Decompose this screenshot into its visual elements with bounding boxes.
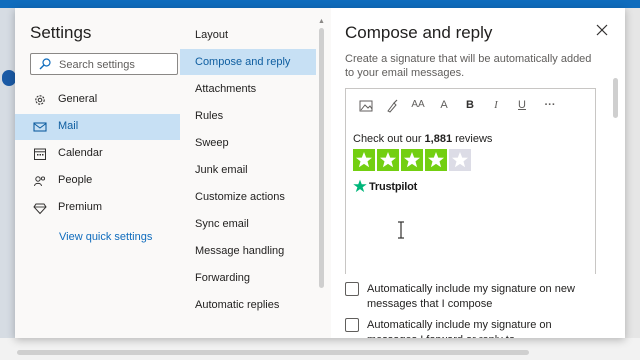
category-mail[interactable]: Mail	[15, 114, 180, 140]
nav-item-label: Rules	[195, 110, 224, 122]
star-filled-icon	[425, 149, 447, 171]
settings-dialog: Settings General Mail	[15, 8, 625, 338]
category-people[interactable]: People	[15, 168, 180, 194]
star-empty-icon	[449, 149, 471, 171]
image-icon[interactable]	[358, 99, 374, 113]
nav-item-rules[interactable]: Rules	[180, 103, 316, 129]
reviews-count: 1,881	[424, 133, 453, 145]
format-painter-icon[interactable]	[384, 99, 400, 113]
nav-item-sweep[interactable]: Sweep	[180, 130, 316, 156]
font-grow-icon[interactable]: A	[436, 99, 452, 113]
scroll-up-arrow-icon[interactable]: ▲	[318, 18, 325, 25]
nav-item-label: Forwarding	[195, 272, 251, 284]
mail-icon	[33, 122, 47, 132]
nav-item-automatic-replies[interactable]: Automatic replies	[180, 292, 316, 318]
nav-item-compose-and-reply[interactable]: Compose and reply	[180, 49, 316, 75]
calendar-icon	[34, 148, 46, 160]
star-filled-icon	[353, 149, 375, 171]
nav-item-label: Layout	[195, 29, 229, 41]
background-footer	[0, 338, 640, 360]
nav-item-junk-email[interactable]: Junk email	[180, 157, 316, 183]
include-signature-reply-checkbox[interactable]	[345, 318, 359, 332]
background-app-header	[0, 0, 640, 8]
category-calendar[interactable]: Calendar	[15, 141, 180, 167]
settings-categories-pane: Settings General Mail	[15, 8, 181, 338]
star-filled-icon	[377, 149, 399, 171]
horizontal-scrollbar[interactable]	[17, 350, 529, 355]
nav-item-label: Automatic replies	[195, 299, 280, 311]
people-icon	[34, 176, 46, 187]
category-calendar-label: Calendar	[58, 147, 103, 159]
nav-item-customize-actions[interactable]: Customize actions	[180, 184, 316, 210]
category-premium[interactable]: Premium	[15, 195, 180, 221]
nav-item-label: Sweep	[195, 137, 229, 149]
trustpilot-star-icon	[353, 179, 367, 193]
search-input[interactable]	[57, 56, 176, 74]
signature-description: Create a signature that will be automati…	[345, 53, 592, 79]
underline-icon[interactable]: U	[514, 99, 530, 113]
nav-item-label: Customize actions	[195, 191, 285, 203]
nav-scrollbar[interactable]	[319, 28, 324, 288]
search-icon	[39, 58, 51, 70]
compose-reply-pane: Create a signature that will be automati…	[331, 8, 625, 338]
nav-item-sync-email[interactable]: Sync email	[180, 211, 316, 237]
signature-editor[interactable]: AA A B I U ··· Check out our 1,881 revie…	[345, 88, 596, 274]
category-general[interactable]: General	[15, 87, 180, 113]
gear-icon	[35, 95, 45, 105]
category-mail-label: Mail	[58, 120, 79, 132]
pane-heading: Compose and reply	[345, 23, 493, 42]
nav-item-message-handling[interactable]: Message handling	[180, 238, 316, 264]
include-signature-new-label: Automatically include my signature on ne…	[367, 283, 575, 310]
diamond-icon	[33, 203, 47, 215]
signature-review-line: Check out our 1,881 reviews	[353, 133, 492, 145]
nav-item-label: Message handling	[195, 245, 285, 257]
nav-item-layout[interactable]: Layout	[180, 22, 316, 48]
more-icon[interactable]: ···	[540, 99, 560, 113]
trustpilot-brand: Trustpilot	[369, 181, 418, 193]
nav-item-attachments[interactable]: Attachments	[180, 76, 316, 102]
mail-settings-nav: Layout Compose and reply Attachments Rul…	[180, 8, 332, 338]
view-quick-settings-link[interactable]: View quick settings	[59, 231, 152, 243]
text-cursor-icon	[398, 221, 404, 239]
italic-icon[interactable]: I	[488, 99, 504, 113]
background-avatar	[2, 70, 16, 86]
star-filled-icon	[401, 149, 423, 171]
search-box[interactable]	[30, 53, 178, 75]
settings-title: Settings	[30, 23, 92, 42]
bold-icon[interactable]: B	[462, 99, 478, 113]
category-people-label: People	[58, 174, 93, 186]
nav-item-label: Sync email	[195, 218, 249, 230]
signature-text-before: Check out our	[353, 133, 425, 145]
include-signature-reply-label: Automatically include my signature on me…	[367, 319, 552, 338]
category-general-label: General	[58, 93, 98, 105]
pane-scrollbar[interactable]	[613, 78, 618, 118]
nav-item-label: Attachments	[195, 83, 257, 95]
scroll-mask	[331, 46, 601, 52]
nav-item-label: Junk email	[195, 164, 248, 176]
close-icon[interactable]	[595, 23, 609, 37]
nav-item-forwarding[interactable]: Forwarding	[180, 265, 316, 291]
signature-text-after: reviews	[452, 133, 493, 145]
background-app-rail	[0, 0, 15, 360]
nav-item-label: Compose and reply	[195, 56, 291, 68]
category-premium-label: Premium	[58, 201, 103, 213]
include-signature-new-checkbox[interactable]	[345, 282, 359, 296]
font-size-icon[interactable]: AA	[410, 99, 426, 113]
